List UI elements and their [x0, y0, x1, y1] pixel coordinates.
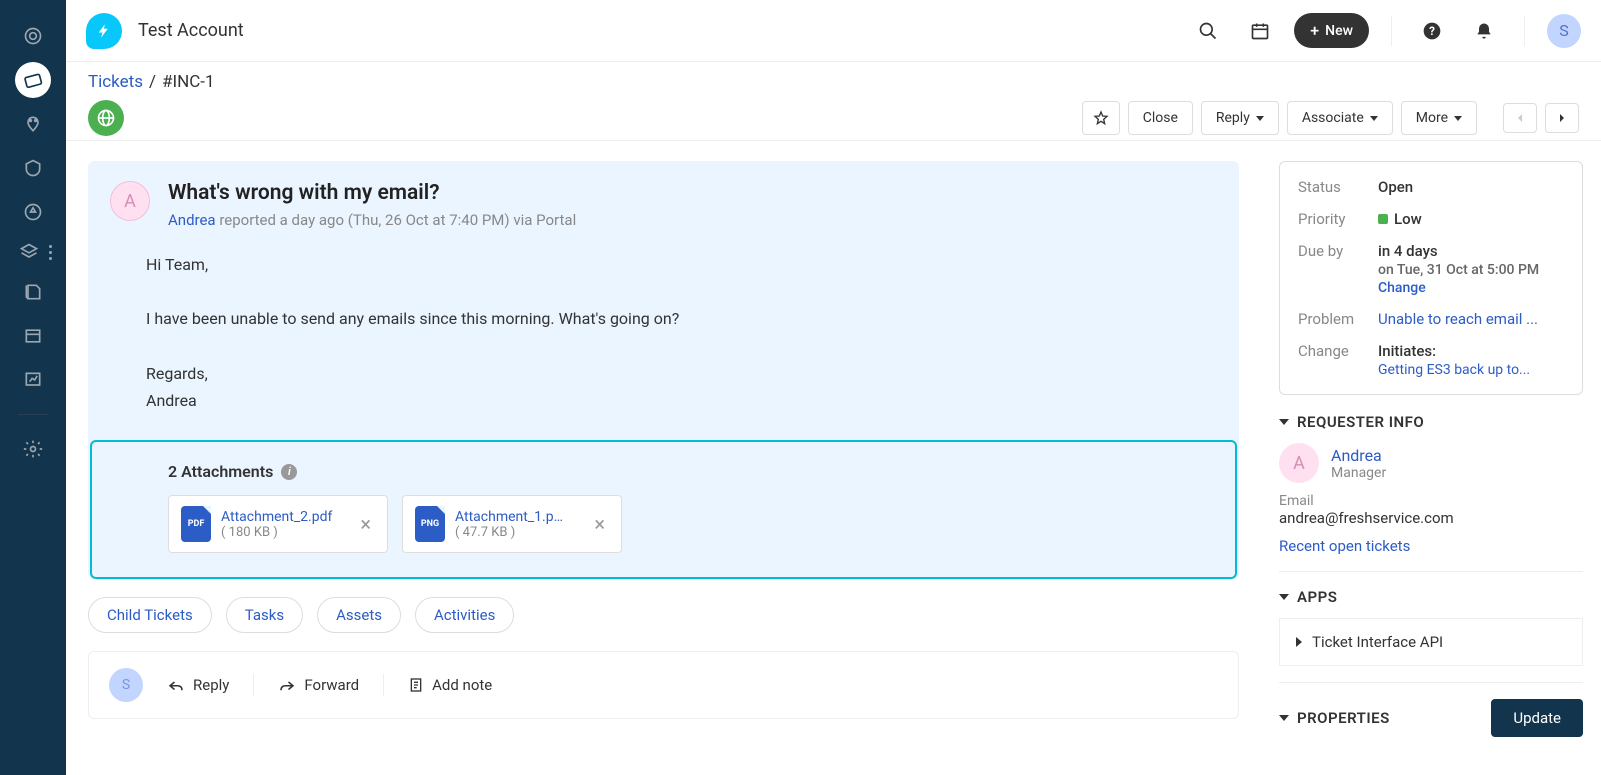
- val-dueby: in 4 days: [1378, 242, 1564, 260]
- label-problem: Problem: [1298, 310, 1378, 328]
- nav-solutions[interactable]: [15, 274, 51, 310]
- prev-ticket-button[interactable]: [1503, 103, 1537, 133]
- account-title: Test Account: [138, 20, 244, 41]
- val-priority: Low: [1378, 210, 1564, 228]
- notification-icon[interactable]: [1466, 13, 1502, 49]
- reply-action[interactable]: Reply: [167, 676, 229, 694]
- reply-bar: S Reply Forward Add note: [88, 651, 1239, 719]
- agent-avatar: S: [109, 668, 143, 702]
- forward-action[interactable]: Forward: [278, 676, 359, 694]
- attachment-item[interactable]: PDF Attachment_2.pdf ( 180 KB ) ×: [168, 495, 388, 553]
- tab-child-tickets[interactable]: Child Tickets: [88, 597, 212, 633]
- change-dueby-link[interactable]: Change: [1378, 280, 1426, 296]
- nav-tickets[interactable]: [15, 62, 51, 98]
- nav-problems[interactable]: [15, 106, 51, 142]
- properties-toggle[interactable]: PROPERTIES: [1279, 709, 1390, 727]
- associate-button[interactable]: Associate: [1287, 101, 1393, 135]
- reporter-link[interactable]: Andrea: [168, 211, 216, 229]
- nav-reports[interactable]: [15, 362, 51, 398]
- requester-name-link[interactable]: Andrea: [1331, 446, 1382, 465]
- tab-tasks[interactable]: Tasks: [226, 597, 303, 633]
- change-link[interactable]: Getting ES3 back up to...: [1378, 362, 1530, 378]
- val-dueby-sub: on Tue, 31 Oct at 5:00 PM: [1378, 262, 1564, 278]
- next-ticket-button[interactable]: [1545, 103, 1579, 133]
- requester-email: andrea@freshservice.com: [1279, 509, 1583, 527]
- label-change: Change: [1298, 342, 1378, 378]
- ticket-body: Hi Team, I have been unable to send any …: [88, 251, 1239, 414]
- breadcrumb-id: #INC-1: [162, 72, 215, 92]
- reply-button[interactable]: Reply: [1201, 101, 1279, 135]
- label-priority: Priority: [1298, 210, 1378, 228]
- priority-dot: [1378, 214, 1388, 224]
- attachment-name: Attachment_1.p…: [455, 509, 580, 525]
- requester-avatar-small: A: [1279, 443, 1319, 483]
- nav-more-icon[interactable]: [49, 245, 52, 260]
- ticket-properties-card: StatusOpen PriorityLow Due byin 4 days on…: [1279, 161, 1583, 395]
- breadcrumb: Tickets / #INC-1: [88, 72, 1579, 92]
- apps-toggle[interactable]: APPS: [1279, 588, 1583, 606]
- svg-text:?: ?: [1429, 24, 1435, 38]
- new-button[interactable]: +New: [1294, 13, 1369, 48]
- help-icon[interactable]: ?: [1414, 13, 1450, 49]
- nav-assets[interactable]: [15, 238, 43, 266]
- brand-logo[interactable]: [86, 13, 122, 49]
- nav-dashboard[interactable]: [15, 18, 51, 54]
- ticket-title: What's wrong with my email?: [168, 181, 1217, 205]
- remove-attachment-icon[interactable]: ×: [356, 512, 375, 536]
- ticket-card: A What's wrong with my email? Andrea rep…: [88, 161, 1239, 579]
- tab-activities[interactable]: Activities: [415, 597, 514, 633]
- val-status: Open: [1378, 178, 1564, 196]
- attachments-section: 2 Attachments i PDF Attachment_2.pdf ( 1…: [90, 440, 1237, 579]
- attachment-size: ( 47.7 KB ): [455, 525, 580, 540]
- attachment-size: ( 180 KB ): [221, 525, 346, 540]
- problem-link[interactable]: Unable to reach email ...: [1378, 310, 1538, 328]
- nav-catalog[interactable]: [15, 318, 51, 354]
- source-globe-icon: [88, 100, 124, 136]
- star-button[interactable]: [1082, 101, 1120, 135]
- remove-attachment-icon[interactable]: ×: [590, 512, 609, 536]
- attachments-heading: 2 Attachments: [168, 462, 273, 481]
- label-dueby: Due by: [1298, 242, 1378, 296]
- update-button[interactable]: Update: [1491, 699, 1583, 737]
- app-item[interactable]: Ticket Interface API: [1279, 618, 1583, 666]
- val-change: Initiates:: [1378, 342, 1564, 360]
- requester-avatar: A: [110, 181, 150, 221]
- ticket-meta: Andrea reported a day ago (Thu, 26 Oct a…: [168, 211, 1217, 229]
- label-email: Email: [1279, 493, 1583, 509]
- add-note-action[interactable]: Add note: [408, 676, 492, 694]
- tab-assets[interactable]: Assets: [317, 597, 401, 633]
- png-icon: PNG: [415, 506, 445, 542]
- attachment-name: Attachment_2.pdf: [221, 509, 346, 525]
- more-button[interactable]: More: [1401, 101, 1477, 135]
- requester-role: Manager: [1331, 465, 1386, 481]
- nav-releases[interactable]: [15, 194, 51, 230]
- search-icon[interactable]: [1190, 13, 1226, 49]
- requester-info-toggle[interactable]: REQUESTER INFO: [1279, 413, 1583, 431]
- nav-changes[interactable]: [15, 150, 51, 186]
- close-button[interactable]: Close: [1128, 101, 1193, 135]
- pdf-icon: PDF: [181, 506, 211, 542]
- recent-tickets-link[interactable]: Recent open tickets: [1279, 537, 1410, 555]
- user-avatar[interactable]: S: [1547, 14, 1581, 48]
- calendar-icon[interactable]: [1242, 13, 1278, 49]
- nav-admin[interactable]: [15, 431, 51, 467]
- info-icon[interactable]: i: [281, 464, 297, 480]
- breadcrumb-tickets[interactable]: Tickets: [88, 72, 143, 92]
- attachment-item[interactable]: PNG Attachment_1.p… ( 47.7 KB ) ×: [402, 495, 622, 553]
- label-status: Status: [1298, 178, 1378, 196]
